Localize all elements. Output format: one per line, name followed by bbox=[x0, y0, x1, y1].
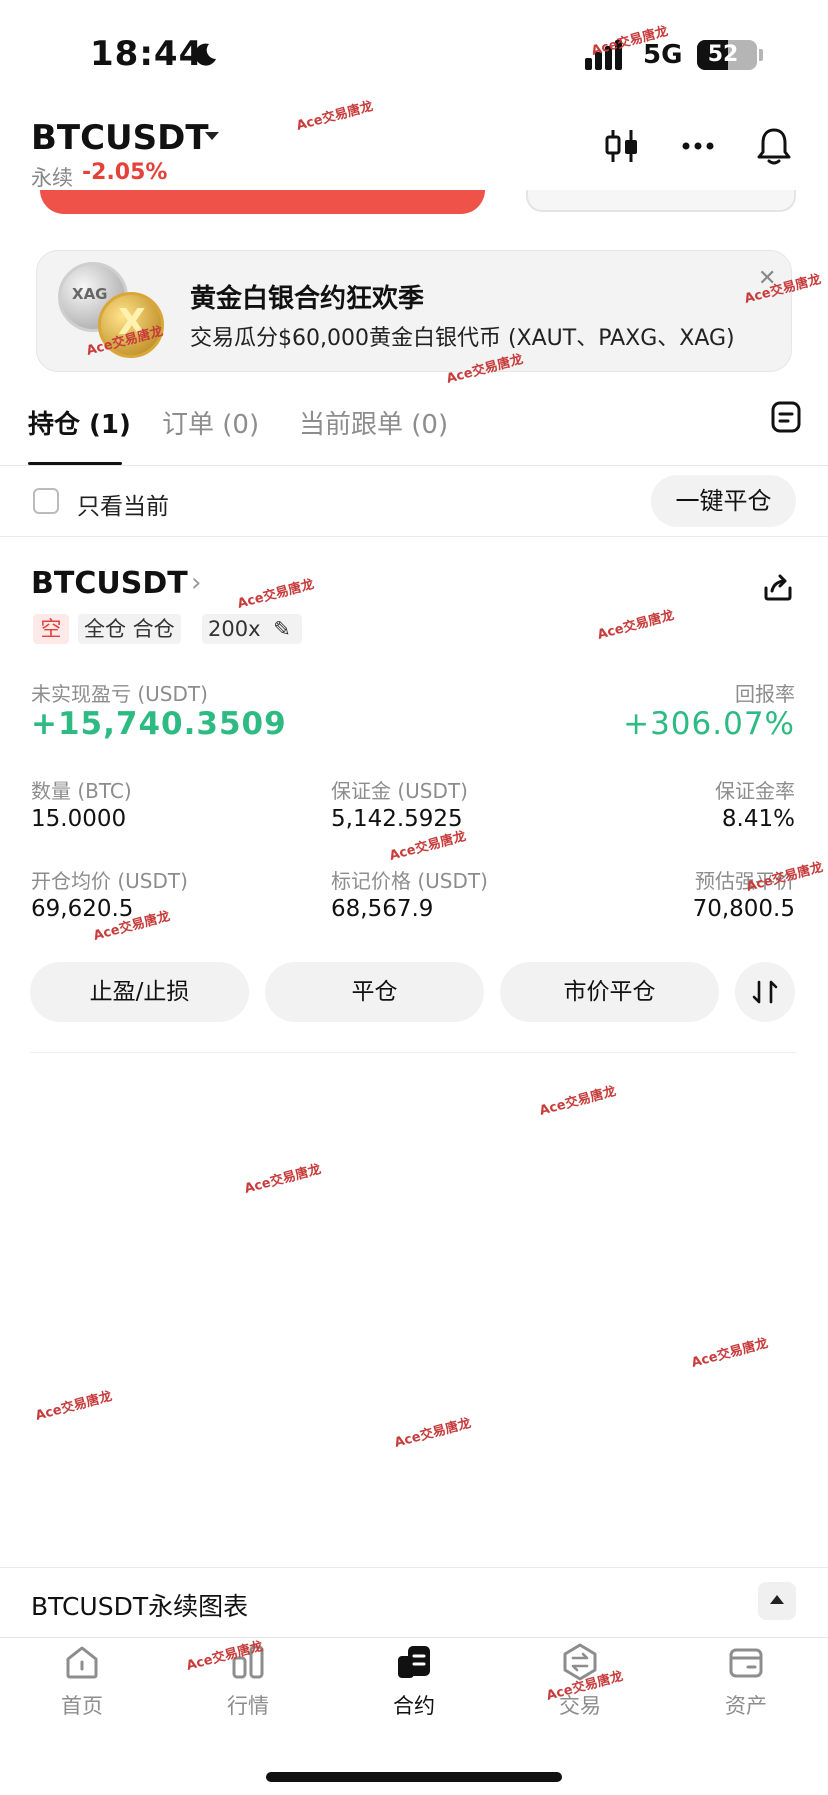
nav-divider bbox=[0, 1637, 828, 1638]
quantity-label: 数量 (BTC) bbox=[31, 779, 132, 803]
edit-icon[interactable]: ✎ bbox=[273, 617, 291, 641]
network-type: 5G bbox=[643, 40, 683, 70]
mark-price-value: 68,567.9 bbox=[331, 896, 434, 922]
battery-level: 52 bbox=[707, 42, 739, 67]
liq-price-value: 70,800.5 bbox=[692, 896, 795, 922]
margin-label: 保证金 (USDT) bbox=[331, 779, 468, 803]
chevron-up-icon bbox=[770, 1595, 784, 1604]
watermark: Ace交易唐龙 bbox=[33, 1389, 114, 1424]
close-position-button[interactable]: 平仓 bbox=[265, 962, 484, 1022]
quantity-value: 15.0000 bbox=[31, 806, 127, 832]
share-icon[interactable] bbox=[762, 570, 794, 602]
home-icon bbox=[66, 1646, 98, 1679]
nav-assets[interactable]: 资产 bbox=[686, 1642, 806, 1720]
watermark: Ace交易唐龙 bbox=[595, 608, 676, 643]
tab-positions[interactable]: 持仓 (1) bbox=[28, 404, 131, 441]
position-symbol[interactable]: BTCUSDT bbox=[31, 566, 188, 601]
sentiment-bar bbox=[40, 190, 485, 214]
chevron-down-icon[interactable] bbox=[205, 132, 219, 140]
nav-assets-label: 资产 bbox=[725, 1694, 767, 1718]
nav-futures[interactable]: 合约 bbox=[354, 1642, 474, 1720]
side-badge: 空 bbox=[33, 614, 69, 644]
silver-coin-label: XAG bbox=[72, 285, 108, 303]
expand-chart-button[interactable] bbox=[758, 1582, 796, 1620]
price-change: -2.05% bbox=[82, 160, 168, 185]
only-current-checkbox[interactable] bbox=[33, 488, 59, 514]
only-current-label[interactable]: 只看当前 bbox=[77, 487, 169, 521]
futures-icon bbox=[398, 1646, 430, 1678]
status-time: 18:44 bbox=[90, 34, 204, 74]
leverage-value: 200x bbox=[208, 617, 261, 641]
watermark: Ace交易唐龙 bbox=[689, 1336, 770, 1371]
tab-orders[interactable]: 订单 (0) bbox=[162, 404, 259, 441]
nav-market-label: 行情 bbox=[227, 1694, 269, 1718]
entry-price-label: 开仓均价 (USDT) bbox=[31, 869, 188, 893]
bell-icon[interactable] bbox=[754, 126, 794, 166]
nav-home-label: 首页 bbox=[61, 1694, 103, 1718]
chart-bar-label[interactable]: BTCUSDT永续图表 bbox=[31, 1587, 248, 1623]
watermark: Ace交易唐龙 bbox=[392, 1416, 473, 1451]
unrealized-pnl-value: +15,740.3509 bbox=[31, 706, 287, 742]
battery-icon: 52 bbox=[697, 40, 757, 70]
swap-icon bbox=[752, 980, 778, 1004]
banner-title: 黄金白银合约狂欢季 bbox=[190, 284, 425, 314]
mark-price-label: 标记价格 (USDT) bbox=[331, 869, 488, 893]
margin-ratio-value: 8.41% bbox=[721, 806, 795, 832]
roe-label: 回报率 bbox=[735, 682, 795, 706]
order-history-icon[interactable] bbox=[770, 400, 802, 434]
roe-value: +306.07% bbox=[623, 706, 795, 742]
wallet-icon bbox=[729, 1648, 763, 1678]
reverse-position-button[interactable] bbox=[735, 962, 795, 1022]
close-all-button[interactable]: 一键平仓 bbox=[651, 475, 796, 527]
moon-icon bbox=[194, 43, 216, 66]
market-close-button[interactable]: 市价平仓 bbox=[500, 962, 719, 1022]
tab-copy-trading[interactable]: 当前跟单 (0) bbox=[299, 404, 448, 441]
watermark: Ace交易唐龙 bbox=[235, 577, 316, 612]
watermark: Ace交易唐龙 bbox=[537, 1084, 618, 1119]
battery-tip bbox=[759, 49, 763, 61]
section-divider bbox=[0, 536, 828, 537]
more-icon[interactable] bbox=[678, 126, 718, 166]
watermark: Ace交易唐龙 bbox=[242, 1162, 323, 1197]
leverage-badge[interactable]: 200x ✎ bbox=[202, 614, 302, 644]
card-divider bbox=[30, 1052, 796, 1053]
tpsl-button[interactable]: 止盈/止损 bbox=[30, 962, 249, 1022]
margin-value: 5,142.5925 bbox=[331, 806, 463, 832]
chart-bar-divider bbox=[0, 1567, 828, 1568]
banner-subtitle: 交易瓜分$60,000黄金白银代币 (XAUT、PAXG、XAG) bbox=[190, 326, 735, 351]
sentiment-box bbox=[526, 190, 796, 212]
nav-futures-label: 合约 bbox=[393, 1694, 435, 1718]
home-indicator[interactable] bbox=[266, 1772, 562, 1782]
candlestick-icon[interactable] bbox=[602, 126, 642, 166]
symbol-selector[interactable]: BTCUSDT bbox=[31, 118, 209, 158]
margin-ratio-label: 保证金率 bbox=[715, 779, 795, 803]
watermark: Ace交易唐龙 bbox=[294, 99, 375, 134]
tab-divider bbox=[0, 465, 828, 466]
margin-mode-badge: 全仓 合仓 bbox=[78, 614, 181, 644]
nav-home[interactable]: 首页 bbox=[22, 1642, 142, 1720]
unrealized-pnl-label: 未实现盈亏 (USDT) bbox=[31, 682, 208, 706]
chevron-right-icon[interactable]: › bbox=[191, 568, 201, 598]
contract-type: 永续 bbox=[31, 166, 73, 190]
